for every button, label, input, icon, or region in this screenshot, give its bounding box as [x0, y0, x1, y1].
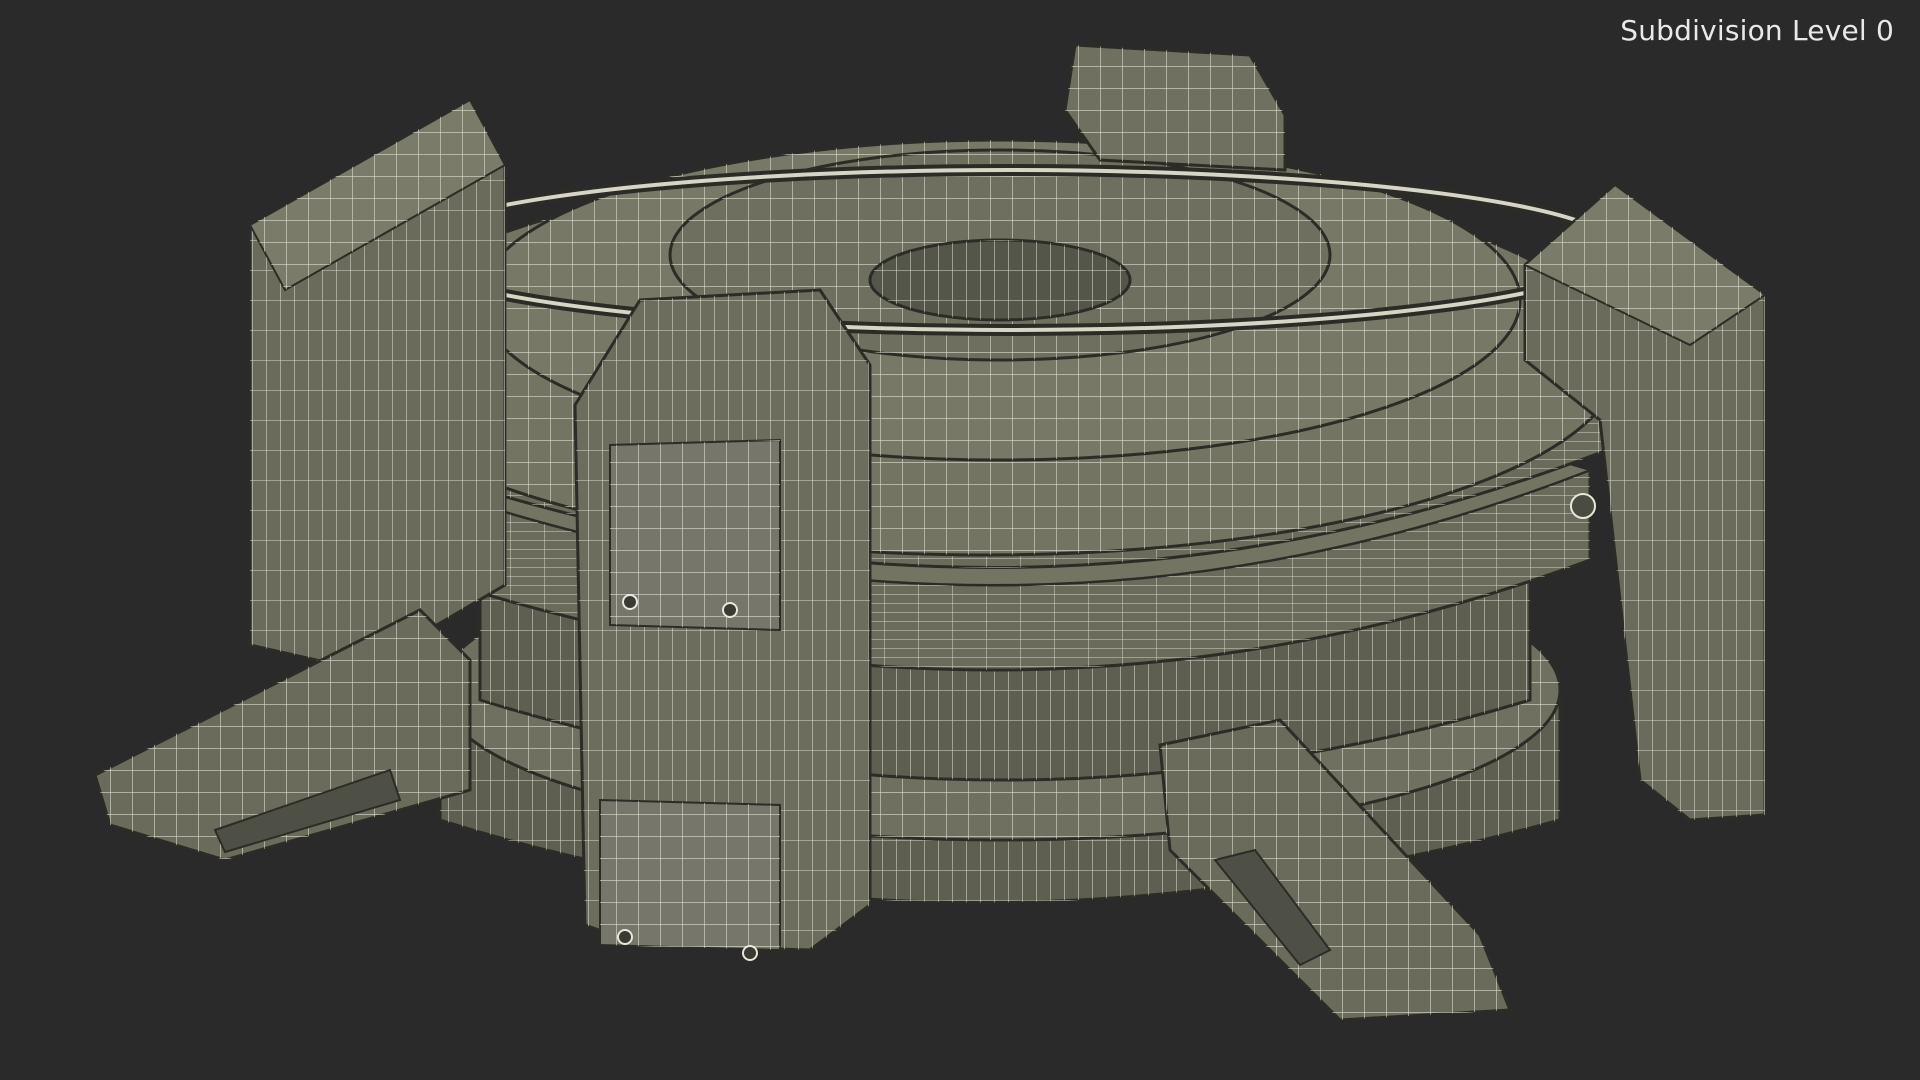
- bolt-detail: [1570, 493, 1596, 519]
- pillar-back-left: [248, 97, 507, 672]
- pillar-back-center: [1063, 43, 1287, 172]
- subdivision-level-label: Subdivision Level 0: [1620, 14, 1894, 47]
- pillar-front: [573, 288, 872, 961]
- 3d-viewport[interactable]: Subdivision Level 0: [0, 0, 1920, 1080]
- wireframe-mesh-icon: [93, 43, 1767, 1022]
- wireframe-model[interactable]: [0, 0, 1920, 1080]
